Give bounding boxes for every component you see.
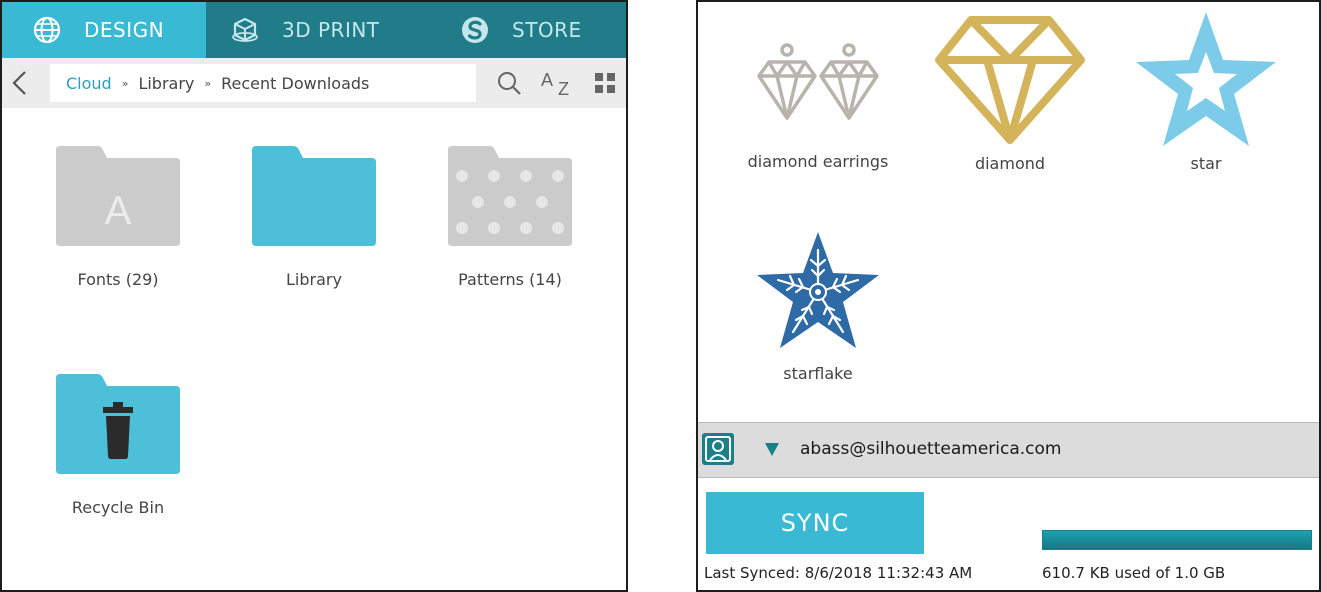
design-diamond-label: diamond bbox=[974, 154, 1046, 173]
starflake-thumb bbox=[757, 232, 879, 348]
storage-usage-text: 610.7 KB used of 1.0 GB bbox=[1042, 564, 1226, 582]
folder-fonts[interactable]: A Fonts (29) bbox=[38, 144, 198, 289]
cube-icon bbox=[232, 17, 258, 42]
tab-3d-print[interactable]: 3D PRINT bbox=[206, 2, 426, 58]
breadcrumb-recent-downloads: Recent Downloads bbox=[221, 73, 370, 93]
library-panel: DESIGN 3D PRINT STORE Cloud » Library » … bbox=[0, 0, 628, 592]
library-nav-bar: Cloud » Library » Recent Downloads A Z bbox=[2, 58, 626, 108]
breadcrumb: Cloud » Library » Recent Downloads bbox=[50, 64, 476, 102]
folder-grid: A Fonts (29) Library Patterns (14) Recyc… bbox=[2, 108, 626, 590]
breadcrumb-separator-icon: » bbox=[121, 76, 129, 90]
tab-store[interactable]: STORE bbox=[426, 2, 626, 58]
chevron-left-icon[interactable] bbox=[8, 70, 32, 96]
account-bar: abass@silhouetteamerica.com bbox=[698, 422, 1319, 478]
svg-text:Z: Z bbox=[558, 79, 569, 98]
design-star-label: star bbox=[1190, 154, 1222, 173]
breadcrumb-cloud[interactable]: Cloud bbox=[66, 74, 112, 93]
patterns-folder-icon bbox=[448, 146, 572, 246]
sort-az-icon[interactable]: A Z bbox=[540, 66, 574, 98]
design-diamond[interactable]: diamond bbox=[920, 14, 1100, 173]
tab-design-label: DESIGN bbox=[84, 18, 165, 42]
star-thumb bbox=[1136, 12, 1276, 146]
folder-patterns-label: Patterns (14) bbox=[458, 270, 562, 289]
svg-text:A: A bbox=[541, 70, 553, 90]
folder-library[interactable]: Library bbox=[234, 144, 394, 289]
diamond-earrings-thumb bbox=[757, 43, 879, 120]
tab-design[interactable]: DESIGN bbox=[2, 2, 206, 58]
folder-recycle-bin[interactable]: Recycle Bin bbox=[38, 372, 198, 517]
design-diamond-earrings[interactable]: diamond earrings bbox=[728, 40, 908, 171]
design-starflake-label: starflake bbox=[783, 364, 853, 383]
folder-fonts-label: Fonts (29) bbox=[77, 270, 159, 289]
diamond-thumb bbox=[935, 16, 1085, 144]
sync-button[interactable]: SYNC bbox=[706, 492, 924, 554]
folder-library-label: Library bbox=[286, 270, 342, 289]
user-avatar-icon[interactable] bbox=[702, 433, 734, 465]
storage-usage-fill bbox=[1043, 531, 1311, 549]
breadcrumb-library[interactable]: Library bbox=[138, 74, 194, 93]
tab-3d-print-label: 3D PRINT bbox=[282, 18, 380, 42]
recycle-bin-folder-icon bbox=[56, 374, 180, 474]
design-diamond-earrings-label: diamond earrings bbox=[747, 152, 889, 171]
grid-view-icon[interactable] bbox=[594, 72, 616, 94]
tab-store-label: STORE bbox=[512, 18, 582, 42]
folder-recycle-bin-label: Recycle Bin bbox=[71, 498, 165, 517]
silhouette-s-icon bbox=[462, 17, 488, 43]
folder-patterns[interactable]: Patterns (14) bbox=[430, 144, 590, 289]
caret-down-icon[interactable] bbox=[764, 441, 780, 457]
last-synced-text: Last Synced: 8/6/2018 11:32:43 AM bbox=[704, 564, 973, 582]
recent-downloads-panel: diamond earrings diamond star starflake … bbox=[696, 0, 1321, 592]
fonts-folder-letter: A bbox=[105, 189, 132, 233]
design-starflake[interactable]: starflake bbox=[728, 230, 908, 383]
storage-usage-bar bbox=[1042, 530, 1312, 550]
design-star[interactable]: star bbox=[1116, 10, 1296, 173]
library-folder-icon bbox=[252, 146, 376, 246]
top-tab-bar: DESIGN 3D PRINT STORE bbox=[2, 2, 626, 58]
globe-icon bbox=[33, 16, 61, 44]
breadcrumb-separator-icon: » bbox=[204, 76, 212, 90]
fonts-folder-icon: A bbox=[56, 146, 180, 246]
search-icon[interactable] bbox=[496, 70, 522, 96]
account-email: abass@silhouetteamerica.com bbox=[800, 439, 1062, 459]
